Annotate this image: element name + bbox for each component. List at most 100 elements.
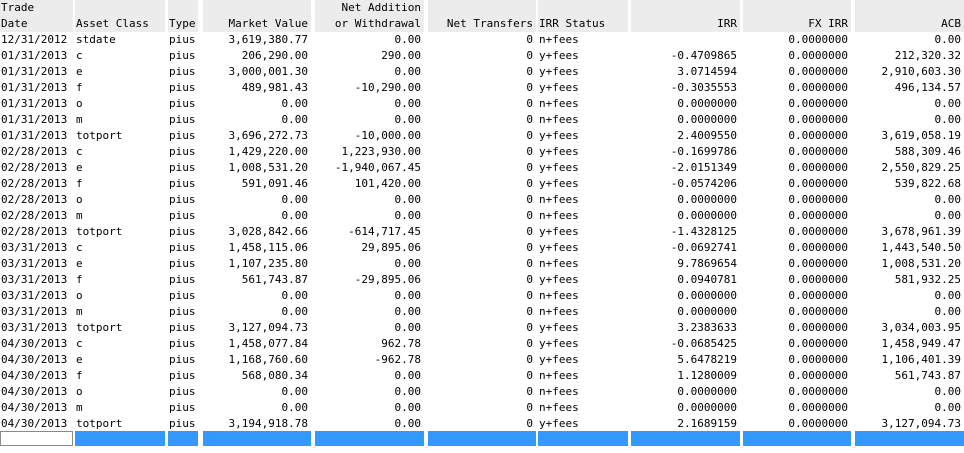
cell-irr-status: y+fees bbox=[539, 353, 579, 366]
table-row[interactable]: 04/30/2013 c pius 1,458,077.84 962.78 0 y+fees… bbox=[0, 336, 964, 352]
header-net-transfers[interactable]: Net Transfers bbox=[428, 16, 536, 32]
table-row[interactable]: 04/30/2013 m pius 0.00 0.00 0 n+fees 0.0000000 0… bbox=[0, 400, 964, 416]
header-market-value[interactable] bbox=[203, 0, 311, 16]
cell-acb: 0.00 bbox=[934, 289, 962, 302]
cell-acb: 2,910,603.30 bbox=[881, 65, 961, 78]
cell-asset-class: c bbox=[76, 241, 83, 254]
cell-type: pius bbox=[169, 321, 196, 334]
table-row[interactable]: 04/30/2013 o pius 0.00 0.00 0 n+fees 0.0000000 0… bbox=[0, 384, 964, 400]
table-row[interactable]: 03/31/2013 e pius 1,107,235.80 0.00 0 n+fees 9.… bbox=[0, 256, 964, 272]
cell-net-addition: 0.00 bbox=[394, 417, 422, 430]
table-row[interactable]: 04/30/2013 e pius 1,168,760.60 -962.78 0 y+fee… bbox=[0, 352, 964, 368]
table-row[interactable]: 12/31/2012 stdate pius 3,619,380.77 0.00 0 n+f… bbox=[0, 32, 964, 48]
table-row[interactable]: 02/28/2013 o pius 0.00 0.00 0 n+fees 0.0000000 0… bbox=[0, 192, 964, 208]
cell-irr-status: n+fees bbox=[539, 193, 579, 206]
header-irr-status[interactable] bbox=[538, 0, 628, 16]
cell-trade-date: 02/28/2013 bbox=[1, 225, 68, 238]
footer-cell-acb bbox=[855, 431, 964, 446]
table-row[interactable]: 01/31/2013 totport pius 3,696,272.73 -10,000… bbox=[0, 128, 964, 144]
cell-irr: 9.7869654 bbox=[677, 257, 737, 270]
table-row[interactable]: 03/31/2013 o pius 0.00 0.00 0 n+fees 0.0000000 0… bbox=[0, 288, 964, 304]
table-row[interactable]: 01/31/2013 o pius 0.00 0.00 0 n+fees 0.0000000 0… bbox=[0, 96, 964, 112]
header-trade-date[interactable]: Trade bbox=[0, 0, 73, 16]
cell-acb: 0.00 bbox=[934, 33, 962, 46]
header-net-addition[interactable]: or Withdrawal bbox=[315, 16, 424, 32]
cell-fx-irr: 0.0000000 bbox=[788, 385, 848, 398]
cell-market-value: 3,619,380.77 bbox=[228, 33, 308, 46]
header-type[interactable]: Type bbox=[168, 16, 198, 32]
cell-asset-class: m bbox=[76, 305, 83, 318]
cell-market-value: 489,981.43 bbox=[241, 81, 308, 94]
header-irr[interactable]: IRR bbox=[631, 16, 740, 32]
cell-irr: -0.1699786 bbox=[670, 145, 737, 158]
table-row[interactable]: 01/31/2013 m pius 0.00 0.00 0 n+fees 0.0000000 0… bbox=[0, 112, 964, 128]
header-fx-irr[interactable] bbox=[743, 0, 851, 16]
cell-irr-status: y+fees bbox=[539, 129, 579, 142]
table-row[interactable]: 03/31/2013 totport pius 3,127,094.73 0.00 0 y+… bbox=[0, 320, 964, 336]
header-market-value[interactable]: Market Value bbox=[203, 16, 311, 32]
table-row[interactable]: 02/28/2013 c pius 1,429,220.00 1,223,930.00 0… bbox=[0, 144, 964, 160]
cell-net-transfers: 0 bbox=[526, 113, 533, 126]
cell-net-transfers: 0 bbox=[526, 145, 533, 158]
cell-trade-date: 03/31/2013 bbox=[1, 289, 68, 302]
cell-fx-irr: 0.0000000 bbox=[788, 161, 848, 174]
table-row[interactable]: 02/28/2013 e pius 1,008,531.20 -1,940,067.45… bbox=[0, 160, 964, 176]
cell-irr-status: y+fees bbox=[539, 225, 579, 238]
header-irr[interactable] bbox=[631, 0, 740, 16]
header-net-addition[interactable]: Net Addition bbox=[315, 0, 424, 16]
table-row[interactable]: 02/28/2013 f pius 591,091.46 101,420.00 0 y+fe… bbox=[0, 176, 964, 192]
cell-market-value: 0.00 bbox=[281, 401, 309, 414]
cell-market-value: 0.00 bbox=[281, 305, 309, 318]
cell-trade-date: 02/28/2013 bbox=[1, 193, 68, 206]
table-row[interactable]: 04/30/2013 f pius 568,080.34 0.00 0 n+fees 1.12… bbox=[0, 368, 964, 384]
cell-irr-status: n+fees bbox=[539, 97, 579, 110]
table-row[interactable]: 01/31/2013 e pius 3,000,001.30 0.00 0 y+fees 3.… bbox=[0, 64, 964, 80]
table-row[interactable]: 04/30/2013 totport pius 3,194,918.78 0.00 0 y+… bbox=[0, 416, 964, 432]
footer-cell-asset-class bbox=[75, 431, 165, 446]
header-asset-class[interactable]: Asset Class bbox=[75, 16, 165, 32]
header-acb[interactable] bbox=[855, 0, 964, 16]
table-row[interactable]: 03/31/2013 m pius 0.00 0.00 0 n+fees 0.0000000 0… bbox=[0, 304, 964, 320]
cell-asset-class: f bbox=[76, 81, 83, 94]
cell-net-addition: 0.00 bbox=[394, 385, 422, 398]
cell-trade-date: 01/31/2013 bbox=[1, 97, 68, 110]
table-row[interactable]: 02/28/2013 m pius 0.00 0.00 0 n+fees 0.0000000 0… bbox=[0, 208, 964, 224]
cell-type: pius bbox=[169, 81, 196, 94]
cell-type: pius bbox=[169, 273, 196, 286]
header-fx-irr[interactable]: FX IRR bbox=[743, 16, 851, 32]
cell-irr: -0.0574206 bbox=[670, 177, 737, 190]
table-row[interactable]: 02/28/2013 totport pius 3,028,842.66 -614,71… bbox=[0, 224, 964, 240]
cell-net-transfers: 0 bbox=[526, 369, 533, 382]
cell-irr-status: n+fees bbox=[539, 113, 579, 126]
header-net-transfers[interactable] bbox=[428, 0, 536, 16]
cell-fx-irr: 0.0000000 bbox=[788, 305, 848, 318]
table-row[interactable]: 01/31/2013 c pius 206,290.00 290.00 0 y+fees -0… bbox=[0, 48, 964, 64]
cell-asset-class: o bbox=[76, 385, 83, 398]
cell-trade-date: 04/30/2013 bbox=[1, 385, 68, 398]
cell-irr: 0.0000000 bbox=[677, 401, 737, 414]
cell-net-transfers: 0 bbox=[526, 81, 533, 94]
cell-irr: 3.2383633 bbox=[677, 321, 737, 334]
cell-market-value: 561,743.87 bbox=[241, 273, 308, 286]
cell-irr-status: n+fees bbox=[539, 257, 579, 270]
header-irr-status[interactable]: IRR Status bbox=[538, 16, 628, 32]
cell-market-value: 1,458,077.84 bbox=[228, 337, 308, 350]
header-acb[interactable]: ACB bbox=[855, 16, 964, 32]
cell-trade-date: 01/31/2013 bbox=[1, 65, 68, 78]
footer-cell-fx-irr bbox=[743, 431, 851, 446]
cell-asset-class: stdate bbox=[76, 33, 116, 46]
header-type[interactable] bbox=[168, 0, 198, 16]
header-asset-class[interactable] bbox=[75, 0, 165, 16]
cell-asset-class: o bbox=[76, 193, 83, 206]
cell-irr-status: y+fees bbox=[539, 273, 579, 286]
table-row[interactable]: 01/31/2013 f pius 489,981.43 -10,290.00 0 y+fe… bbox=[0, 80, 964, 96]
header-trade-date[interactable]: Date bbox=[0, 16, 73, 32]
filter-input[interactable] bbox=[0, 431, 73, 446]
cell-irr: 0.0000000 bbox=[677, 193, 737, 206]
cell-irr: 2.1689159 bbox=[677, 417, 737, 430]
table-row[interactable]: 03/31/2013 c pius 1,458,115.06 29,895.06 0 y+f… bbox=[0, 240, 964, 256]
table-row[interactable]: 03/31/2013 f pius 561,743.87 -29,895.06 0 y+fe… bbox=[0, 272, 964, 288]
cell-net-addition: 29,895.06 bbox=[361, 241, 421, 254]
cell-type: pius bbox=[169, 49, 196, 62]
footer-cell-net-transfers bbox=[428, 431, 536, 446]
